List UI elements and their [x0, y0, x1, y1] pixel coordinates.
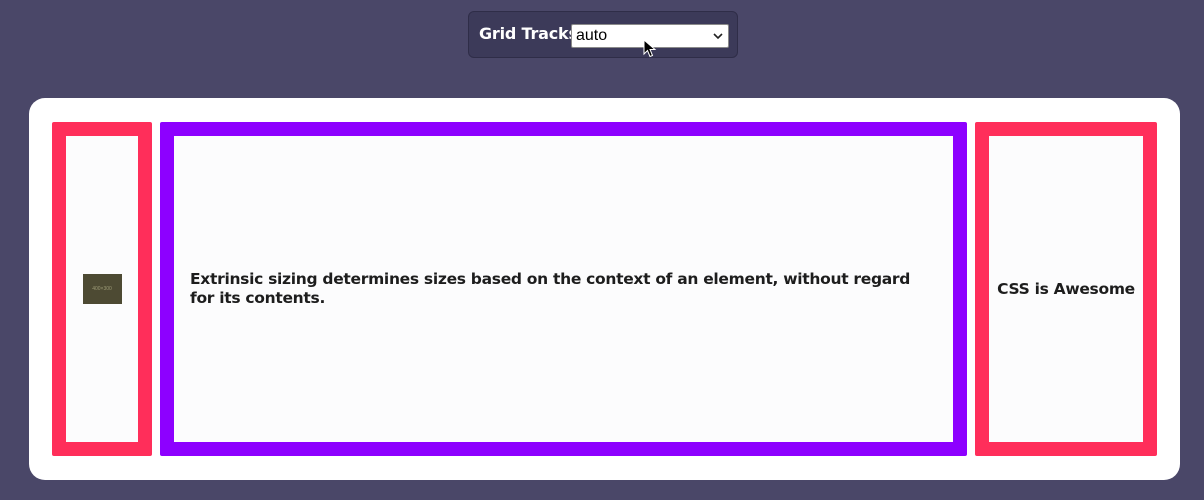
grid-track-text-content: Extrinsic sizing determines sizes based …: [174, 136, 953, 442]
cursor-icon: [643, 39, 657, 58]
grid-tracks-control: Grid Tracks: auto: [468, 11, 738, 58]
chevron-down-icon: [713, 33, 723, 40]
grid-track-awesome-content: CSS is Awesome: [989, 136, 1143, 442]
extrinsic-sizing-text: Extrinsic sizing determines sizes based …: [190, 270, 911, 307]
grid-track-text: Extrinsic sizing determines sizes based …: [160, 122, 967, 456]
placeholder-image: 400×300: [82, 274, 122, 304]
grid-container: 400×300 Extrinsic sizing determines size…: [29, 98, 1180, 480]
grid-track-awesome: CSS is Awesome: [975, 122, 1157, 456]
grid-track-image: 400×300: [52, 122, 152, 456]
grid-tracks-select-value: auto: [576, 27, 608, 44]
css-is-awesome-text: CSS is Awesome: [997, 279, 1135, 298]
grid-track-image-content: 400×300: [66, 136, 138, 442]
grid-tracks-label: Grid Tracks:: [479, 24, 585, 43]
placeholder-image-label: 400×300: [92, 286, 112, 292]
